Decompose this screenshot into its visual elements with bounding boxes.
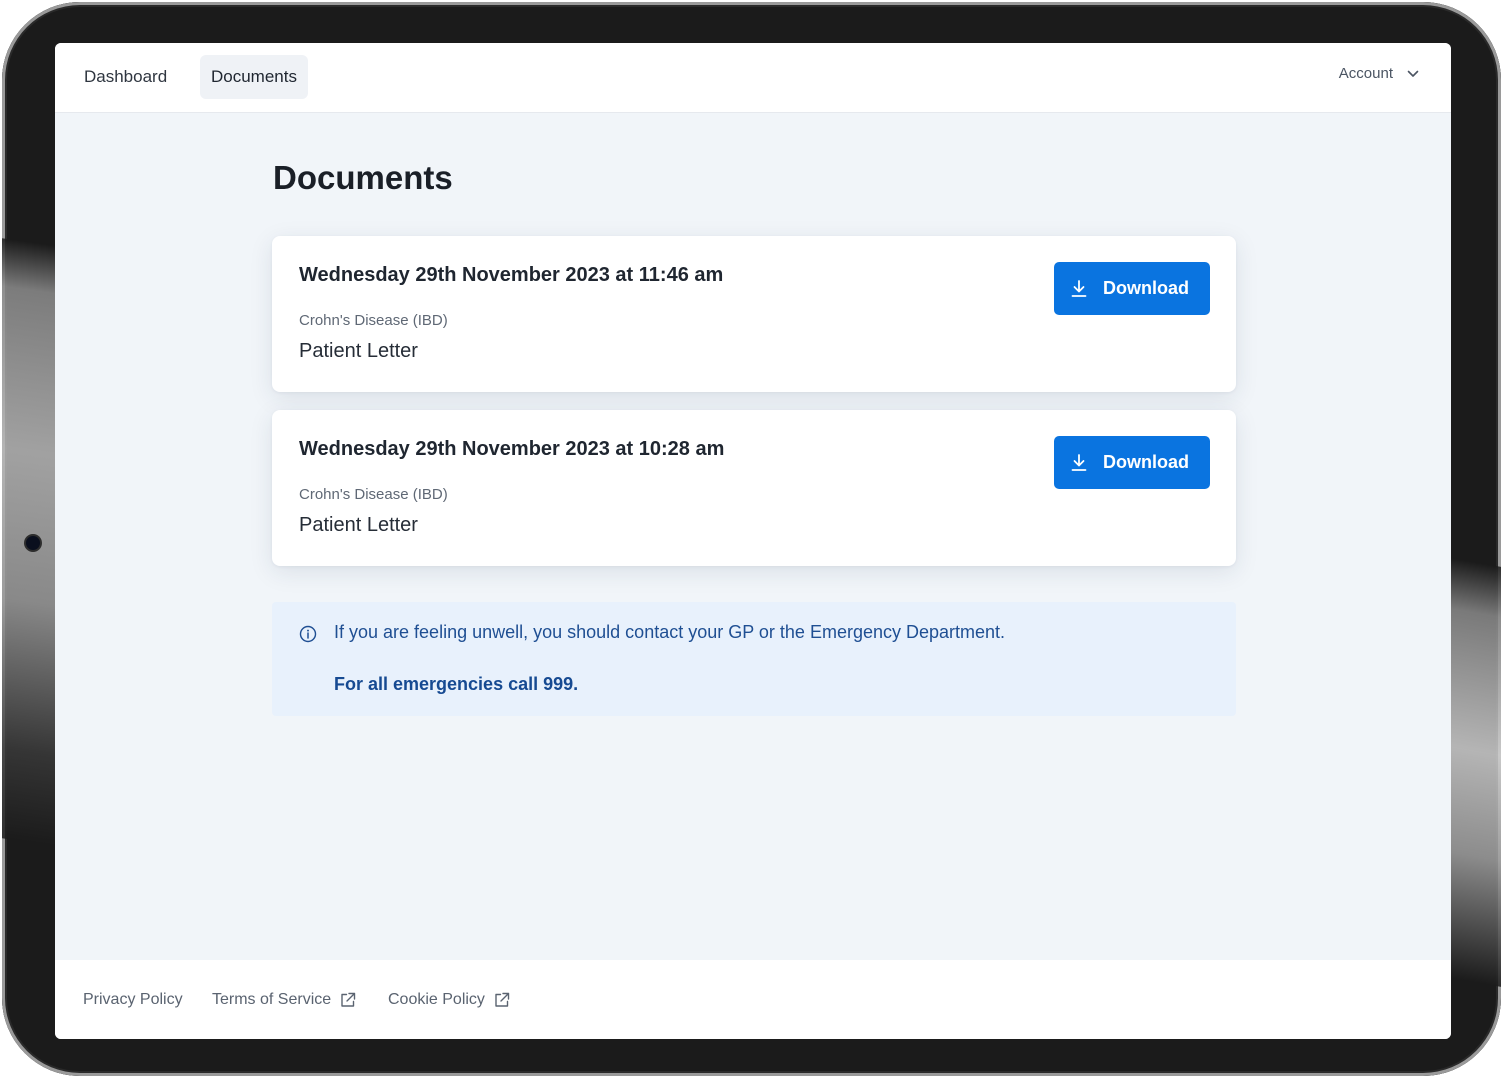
- download-button-label: Download: [1103, 278, 1189, 298]
- document-category: Crohn's Disease (IBD): [299, 486, 448, 503]
- nav-item-dashboard[interactable]: Dashboard: [73, 55, 178, 99]
- document-date: Wednesday 29th November 2023 at 10:28 am: [299, 438, 725, 460]
- footer-link-privacy-policy[interactable]: Privacy Policy: [83, 991, 183, 1009]
- document-card: Wednesday 29th November 2023 at 11:46 am…: [272, 236, 1236, 392]
- chevron-down-icon: [1407, 70, 1419, 77]
- document-type: Patient Letter: [299, 514, 418, 536]
- footer-link-label: Cookie Policy: [388, 991, 485, 1008]
- app-screen: Dashboard Documents Account Documents We…: [55, 43, 1451, 1039]
- footer-link-cookie-policy[interactable]: Cookie Policy: [388, 991, 510, 1009]
- page-title: Documents: [273, 159, 453, 196]
- emergency-notice: If you are feeling unwell, you should co…: [272, 602, 1236, 716]
- account-menu-button[interactable]: Account: [1339, 65, 1419, 82]
- footer-link-terms-of-service[interactable]: Terms of Service: [212, 991, 356, 1009]
- front-camera: [26, 536, 40, 550]
- info-icon: [299, 625, 317, 643]
- external-link-icon: [341, 992, 356, 1007]
- download-button-label: Download: [1103, 452, 1189, 472]
- document-category: Crohn's Disease (IBD): [299, 312, 448, 329]
- account-label: Account: [1338, 65, 1393, 82]
- document-card: Wednesday 29th November 2023 at 10:28 am…: [272, 410, 1236, 566]
- download-button[interactable]: Download: [1054, 436, 1210, 489]
- notice-emergency-text: For all emergencies call 999.: [334, 674, 579, 694]
- notice-text: If you are feeling unwell, you should co…: [334, 622, 1006, 642]
- bezel-reflection-right: [1445, 557, 1501, 987]
- download-icon: [1071, 453, 1087, 471]
- footer: Privacy Policy Terms of Service Cookie P…: [55, 960, 1451, 1039]
- document-type: Patient Letter: [299, 340, 418, 362]
- footer-link-label: Terms of Service: [212, 991, 332, 1008]
- download-button[interactable]: Download: [1054, 262, 1210, 315]
- tablet-device-frame: Dashboard Documents Account Documents We…: [2, 2, 1501, 1076]
- footer-link-label: Privacy Policy: [83, 991, 183, 1008]
- document-date: Wednesday 29th November 2023 at 11:46 am: [299, 264, 724, 286]
- download-icon: [1071, 279, 1087, 297]
- top-navigation-bar: Dashboard Documents Account: [55, 43, 1451, 113]
- external-link-icon: [495, 992, 510, 1007]
- nav-item-documents[interactable]: Documents: [200, 55, 308, 99]
